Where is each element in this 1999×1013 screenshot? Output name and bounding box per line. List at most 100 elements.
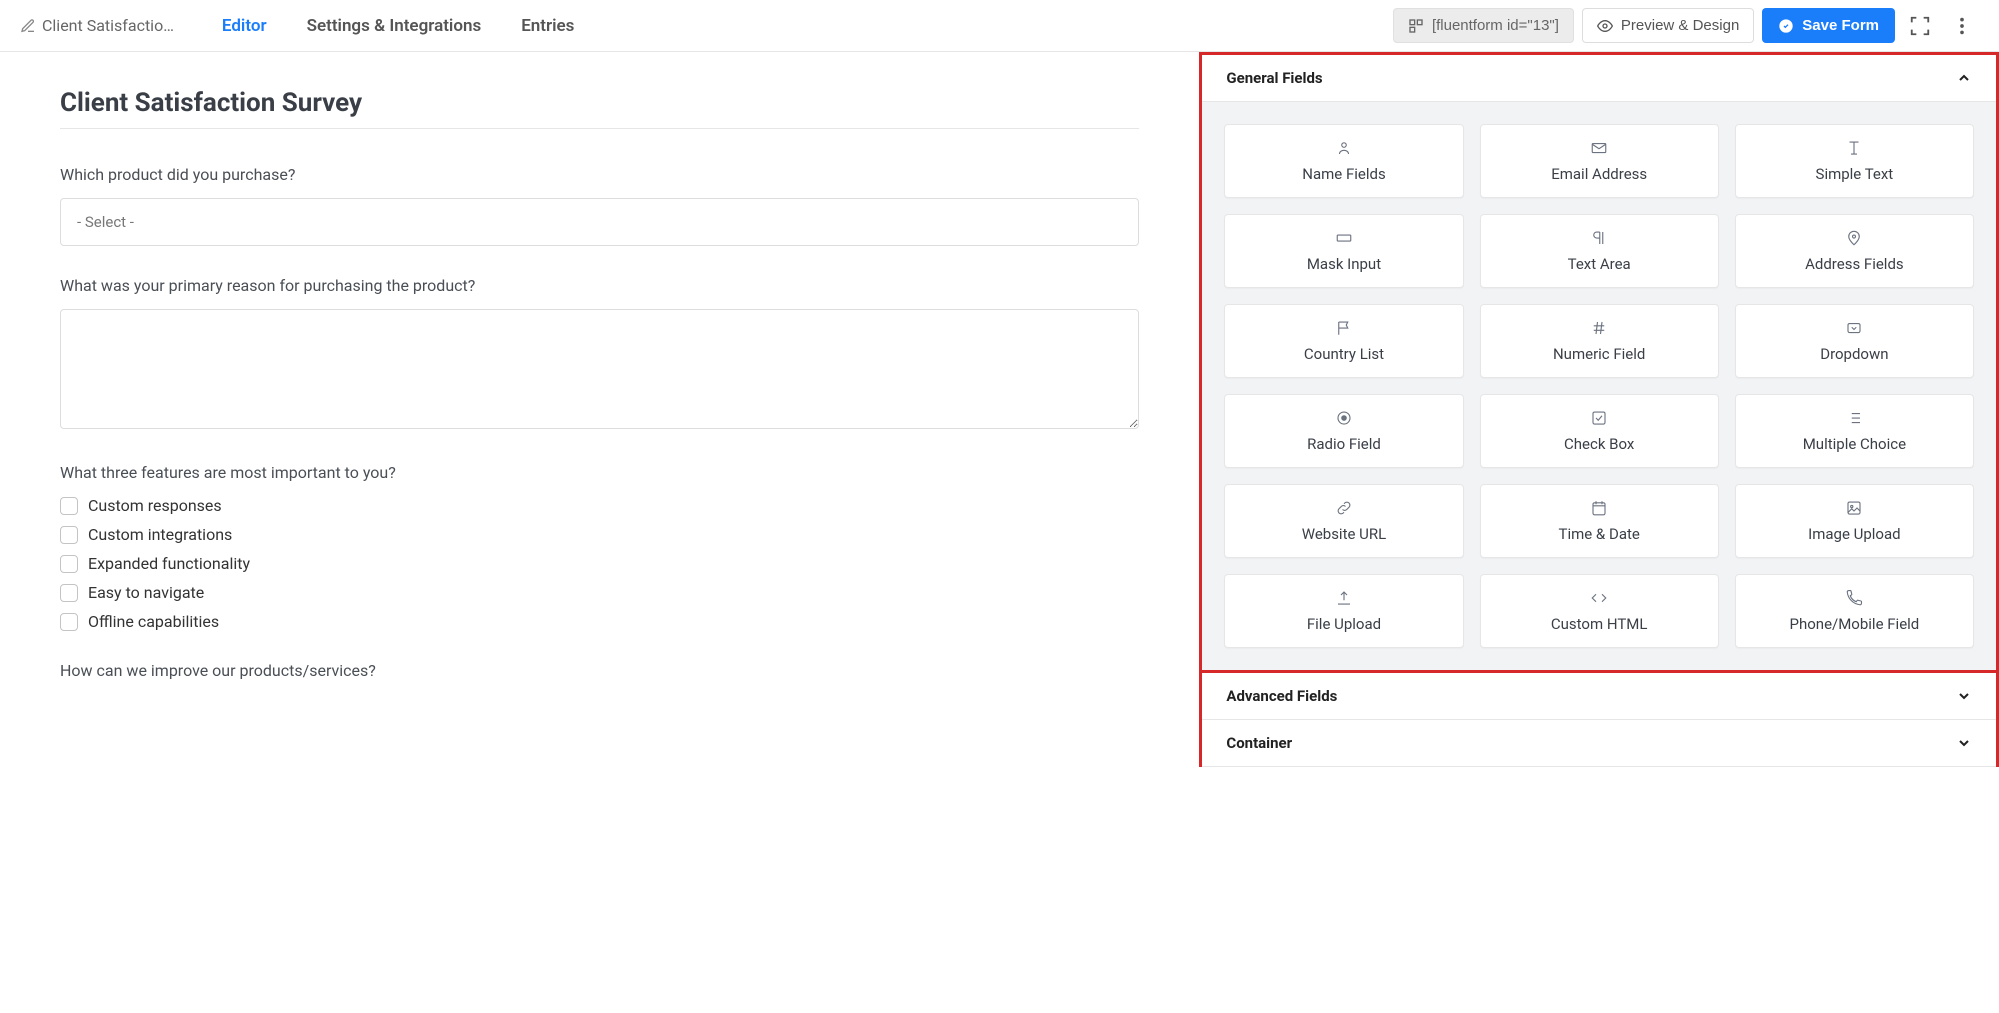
checkbox-icon <box>1590 409 1608 427</box>
preview-button[interactable]: Preview & Design <box>1582 8 1754 43</box>
field-multiple[interactable]: Multiple Choice <box>1735 394 1974 468</box>
checkbox-option[interactable]: Offline capabilities <box>60 612 1139 631</box>
field-address[interactable]: Address Fields <box>1735 214 1974 288</box>
accordion-title: Container <box>1226 734 1292 752</box>
field-label: What three features are most important t… <box>60 463 1139 482</box>
field-card-label: Time & Date <box>1559 525 1640 543</box>
field-card-label: Image Upload <box>1808 525 1900 543</box>
envelope-icon <box>1590 139 1608 157</box>
option-label: Easy to navigate <box>88 583 204 602</box>
field-url[interactable]: Website URL <box>1224 484 1463 558</box>
accordion-title: Advanced Fields <box>1226 687 1337 705</box>
field-card-label: Website URL <box>1302 525 1386 543</box>
field-file[interactable]: File Upload <box>1224 574 1463 648</box>
list-icon <box>1845 409 1863 427</box>
calendar-icon <box>1590 499 1608 517</box>
pin-icon <box>1845 229 1863 247</box>
accordion-container[interactable]: Container <box>1202 720 1996 767</box>
pencil-icon <box>20 18 36 34</box>
field-label: What was your primary reason for purchas… <box>60 276 1139 295</box>
field-card-label: File Upload <box>1307 615 1381 633</box>
field-checkbox[interactable]: Check Box <box>1480 394 1719 468</box>
form-name-edit[interactable]: Client Satisfactio… <box>20 16 174 35</box>
image-icon <box>1845 499 1863 517</box>
field-improve[interactable]: How can we improve our products/services… <box>60 661 1139 680</box>
checkbox-option[interactable]: Easy to navigate <box>60 583 1139 602</box>
checkbox-icon <box>60 584 78 602</box>
main-area: Client Satisfaction Survey Which product… <box>0 52 1999 767</box>
tab-entries[interactable]: Entries <box>521 10 574 42</box>
shortcode-icon <box>1408 18 1424 34</box>
field-country[interactable]: Country List <box>1224 304 1463 378</box>
field-simpletext[interactable]: Simple Text <box>1735 124 1974 198</box>
field-card-label: Email Address <box>1551 165 1647 183</box>
field-radio[interactable]: Radio Field <box>1224 394 1463 468</box>
field-card-label: Dropdown <box>1820 345 1888 363</box>
checkbox-icon <box>60 555 78 573</box>
field-features[interactable]: What three features are most important t… <box>60 463 1139 631</box>
textarea-reason[interactable] <box>60 309 1139 429</box>
tab-editor[interactable]: Editor <box>222 10 267 42</box>
general-fields-grid: Name Fields Email Address Simple Text Ma… <box>1202 102 1996 670</box>
checkbox-option[interactable]: Custom integrations <box>60 525 1139 544</box>
field-product[interactable]: Which product did you purchase? - Select… <box>60 165 1139 246</box>
field-email[interactable]: Email Address <box>1480 124 1719 198</box>
form-editor: Client Satisfaction Survey Which product… <box>0 52 1199 767</box>
more-button[interactable] <box>1945 9 1979 43</box>
field-image[interactable]: Image Upload <box>1735 484 1974 558</box>
option-label: Custom integrations <box>88 525 232 544</box>
checkbox-option[interactable]: Custom responses <box>60 496 1139 515</box>
field-card-label: Simple Text <box>1816 165 1894 183</box>
field-timedate[interactable]: Time & Date <box>1480 484 1719 558</box>
fields-panel: General Fields Name Fields Email Address… <box>1199 52 1999 767</box>
kebab-icon <box>1951 15 1973 37</box>
field-dropdown[interactable]: Dropdown <box>1735 304 1974 378</box>
field-mask[interactable]: Mask Input <box>1224 214 1463 288</box>
preview-label: Preview & Design <box>1621 17 1739 34</box>
checkbox-icon <box>60 497 78 515</box>
option-label: Expanded functionality <box>88 554 250 573</box>
field-card-label: Custom HTML <box>1551 615 1648 633</box>
field-card-label: Radio Field <box>1307 435 1381 453</box>
field-textarea[interactable]: Text Area <box>1480 214 1719 288</box>
field-numeric[interactable]: Numeric Field <box>1480 304 1719 378</box>
form-name-text: Client Satisfactio… <box>42 16 174 35</box>
field-label: Which product did you purchase? <box>60 165 1139 184</box>
field-card-label: Name Fields <box>1302 165 1385 183</box>
fullscreen-button[interactable] <box>1903 9 1937 43</box>
expand-icon <box>1909 15 1931 37</box>
option-label: Custom responses <box>88 496 222 515</box>
field-reason[interactable]: What was your primary reason for purchas… <box>60 276 1139 433</box>
save-button[interactable]: Save Form <box>1762 8 1895 43</box>
radio-icon <box>1335 409 1353 427</box>
tab-settings[interactable]: Settings & Integrations <box>307 10 482 42</box>
phone-icon <box>1845 589 1863 607</box>
accordion-advanced[interactable]: Advanced Fields <box>1202 673 1996 720</box>
link-icon <box>1335 499 1353 517</box>
tabs: Editor Settings & Integrations Entries <box>222 10 575 42</box>
topbar: Client Satisfactio… Editor Settings & In… <box>0 0 1999 52</box>
field-card-label: Numeric Field <box>1553 345 1645 363</box>
paragraph-icon <box>1590 229 1608 247</box>
accordion-general[interactable]: General Fields <box>1202 55 1996 102</box>
field-card-label: Country List <box>1304 345 1384 363</box>
dropdown-icon <box>1845 319 1863 337</box>
hash-icon <box>1590 319 1608 337</box>
flag-icon <box>1335 319 1353 337</box>
field-phone[interactable]: Phone/Mobile Field <box>1735 574 1974 648</box>
code-icon <box>1590 589 1608 607</box>
field-html[interactable]: Custom HTML <box>1480 574 1719 648</box>
checkbox-option[interactable]: Expanded functionality <box>60 554 1139 573</box>
option-label: Offline capabilities <box>88 612 219 631</box>
check-circle-icon <box>1778 18 1794 34</box>
select-product[interactable]: - Select - <box>60 198 1139 246</box>
field-name[interactable]: Name Fields <box>1224 124 1463 198</box>
form-title[interactable]: Client Satisfaction Survey <box>60 88 1139 129</box>
shortcode-button[interactable]: [fluentform id="13"] <box>1393 8 1574 43</box>
shortcode-text: [fluentform id="13"] <box>1432 17 1559 34</box>
accordion-title: General Fields <box>1226 69 1322 87</box>
chevron-down-icon <box>1956 735 1972 751</box>
eye-icon <box>1597 18 1613 34</box>
keyboard-icon <box>1335 229 1353 247</box>
checkbox-icon <box>60 613 78 631</box>
